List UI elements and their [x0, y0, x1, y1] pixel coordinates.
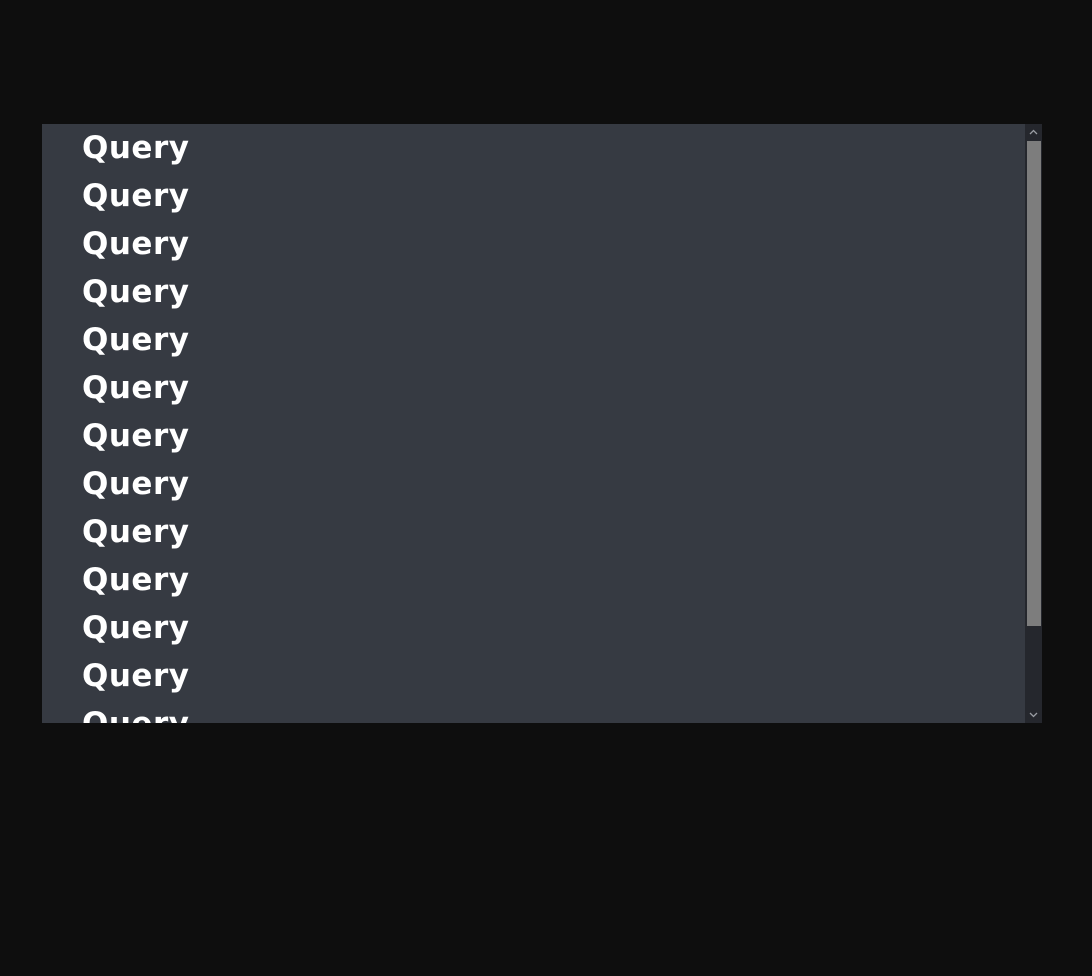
query-list-panel[interactable]: Query Query Query Query Query Query Query Query…	[42, 124, 1042, 723]
list-item[interactable]: Query	[82, 460, 189, 508]
list-item[interactable]: Query	[82, 700, 189, 723]
chevron-down-icon	[1029, 712, 1038, 718]
list-item[interactable]: Query	[82, 172, 189, 220]
vertical-scrollbar[interactable]	[1025, 124, 1042, 723]
list-item[interactable]: Query	[82, 364, 189, 412]
list-item[interactable]: Query	[82, 652, 189, 700]
scrollbar-thumb[interactable]	[1027, 141, 1041, 626]
list-item[interactable]: Query	[82, 220, 189, 268]
list-item[interactable]: Query	[82, 412, 189, 460]
list-item[interactable]: Query	[82, 268, 189, 316]
list-item[interactable]: Query	[82, 316, 189, 364]
list-item[interactable]: Query	[82, 508, 189, 556]
chevron-up-icon	[1029, 129, 1038, 135]
list-item[interactable]: Query	[82, 124, 189, 172]
list-item[interactable]: Query	[82, 604, 189, 652]
scroll-down-button[interactable]	[1025, 707, 1042, 723]
query-list[interactable]: Query Query Query Query Query Query Query Query…	[42, 124, 1025, 723]
list-item[interactable]: Query	[82, 556, 189, 604]
scroll-up-button[interactable]	[1025, 124, 1042, 140]
